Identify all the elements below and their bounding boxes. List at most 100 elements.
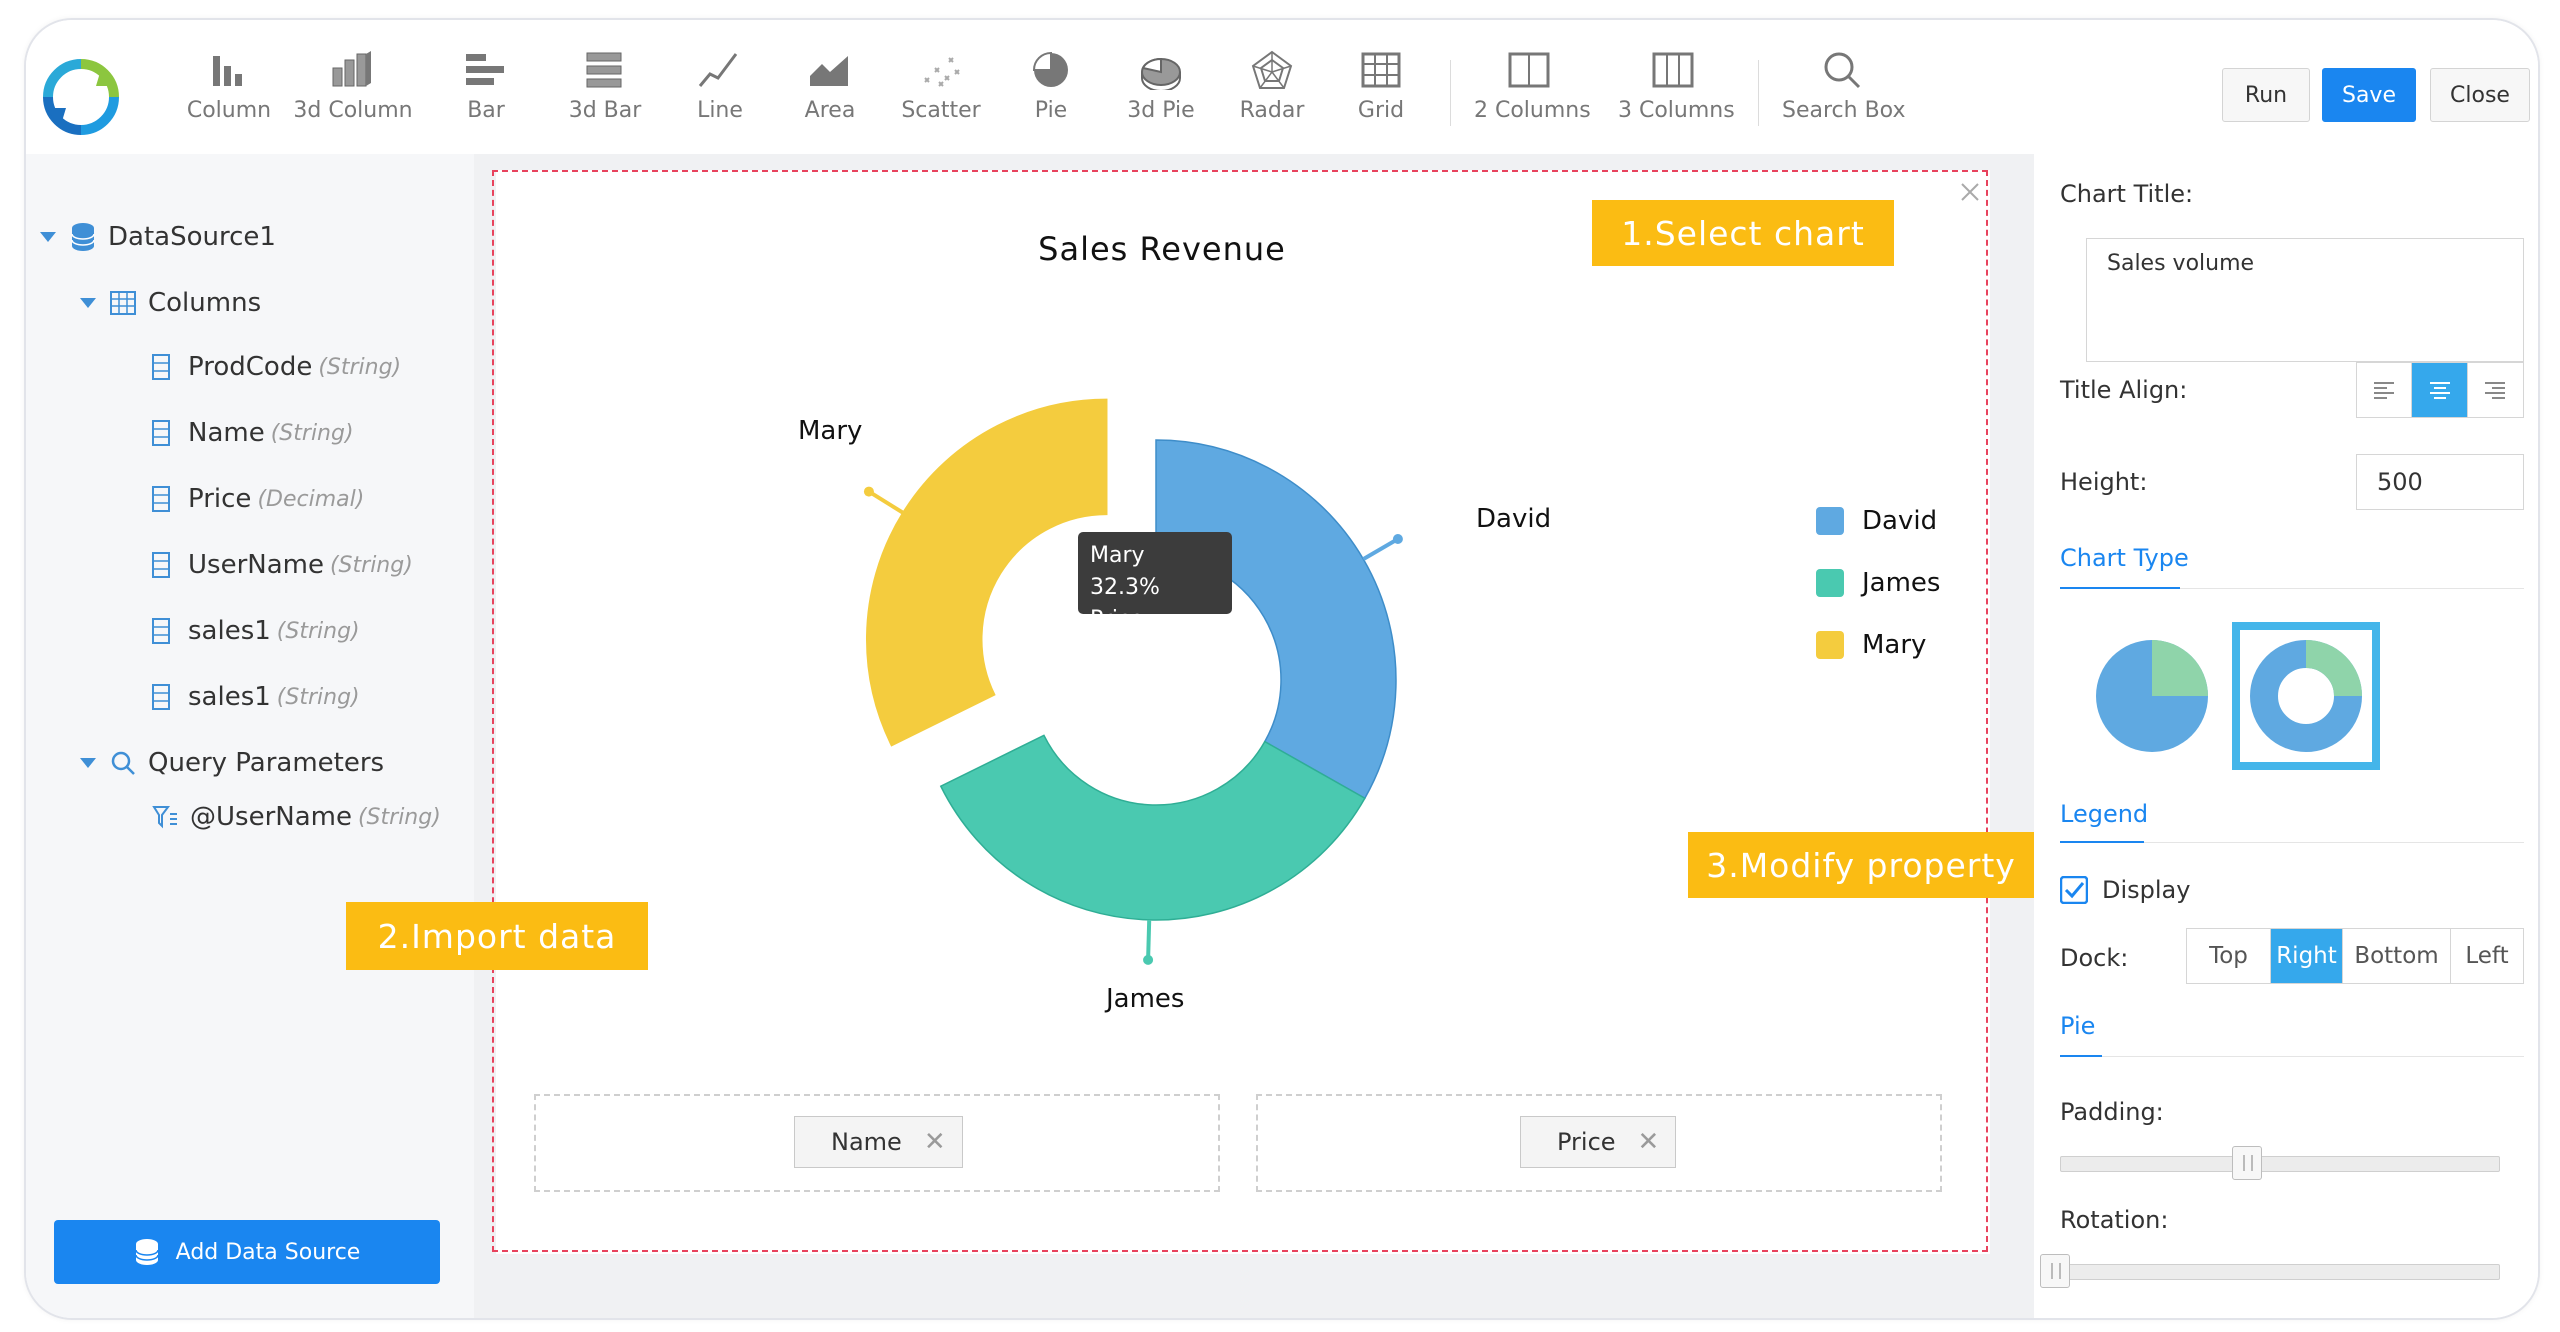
dock-bottom-button[interactable]: Bottom xyxy=(2343,929,2451,983)
dock-top-button[interactable]: Top xyxy=(2187,929,2271,983)
toolbar-grid[interactable]: Grid xyxy=(1346,50,1416,140)
toolbar-radar[interactable]: Radar xyxy=(1232,50,1312,140)
save-button[interactable]: Save xyxy=(2322,68,2416,122)
toolbar-3d-pie[interactable]: 3d Pie xyxy=(1116,50,1206,140)
expand-arrow-icon[interactable] xyxy=(80,758,96,768)
donut-chart[interactable] xyxy=(786,360,1486,980)
toolbar-label: Radar xyxy=(1239,98,1305,123)
search-icon xyxy=(1824,52,1861,89)
height-label: Height: xyxy=(2060,468,2148,496)
chart-tooltip: Mary 32.3% Price: 8,999 xyxy=(1078,532,1232,664)
donut-slice-james[interactable] xyxy=(939,734,1366,921)
legend-item[interactable]: David xyxy=(1816,506,1937,536)
toolbar-column[interactable]: Column xyxy=(174,50,284,140)
legend-display-checkbox[interactable]: Display xyxy=(2060,876,2190,904)
close-button[interactable]: Close xyxy=(2430,68,2530,122)
align-left-button[interactable] xyxy=(2357,363,2413,417)
chart-title-input[interactable]: Sales volume xyxy=(2086,238,2524,362)
chart-title-label: Chart Title: xyxy=(2060,180,2194,208)
toolbar-divider xyxy=(1450,60,1451,126)
chart-type-pie-option[interactable] xyxy=(2092,636,2212,756)
column-chart-icon xyxy=(213,56,242,86)
chart-type-donut-option[interactable] xyxy=(2232,622,2380,770)
leader-line-david xyxy=(1362,537,1399,561)
toolbar-3d-bar[interactable]: 3d Bar xyxy=(560,50,650,140)
run-button[interactable]: Run xyxy=(2222,68,2310,122)
slice-label-james: James xyxy=(1106,984,1185,1014)
field-icon xyxy=(152,486,170,512)
tree-query-parameters[interactable]: Query Parameters xyxy=(80,748,384,778)
rotation-slider-handle[interactable] xyxy=(2040,1254,2070,1288)
tree-column-field[interactable]: ProdCode (String) xyxy=(152,352,401,382)
donut-slice-mary[interactable] xyxy=(866,398,1108,747)
tree-column-field[interactable]: sales1 (String) xyxy=(152,682,360,712)
toolbar-2-columns[interactable]: 2 Columns xyxy=(1474,50,1591,140)
table-icon xyxy=(110,291,136,315)
parameter-name: @UserName xyxy=(190,802,352,832)
toolbar-bar[interactable]: Bar xyxy=(446,50,526,140)
toolbar-scatter[interactable]: Scatter xyxy=(896,50,986,140)
toolbar-3d-column[interactable]: 3d Column xyxy=(288,50,418,140)
toolbar-label: 2 Columns xyxy=(1474,98,1591,123)
legend-label: James xyxy=(1862,568,1941,598)
tree-column-field[interactable]: sales1 (String) xyxy=(152,616,360,646)
tree-column-field[interactable]: UserName (String) xyxy=(152,550,413,580)
toolbar-line[interactable]: Line xyxy=(680,50,760,140)
toolbar: Column 3d Column Bar 3d Bar Line Area Sc… xyxy=(26,20,2538,155)
columns-label: Columns xyxy=(148,288,262,318)
query-parameters-label: Query Parameters xyxy=(148,748,385,778)
padding-slider-handle[interactable] xyxy=(2231,1146,2262,1180)
expand-arrow-icon[interactable] xyxy=(80,298,96,308)
app-window: Column 3d Column Bar 3d Bar Line Area Sc… xyxy=(24,18,2540,1320)
field-type: (String) xyxy=(276,618,360,644)
value-chip[interactable]: Price ✕ xyxy=(1520,1116,1677,1168)
align-center-button[interactable] xyxy=(2412,363,2468,417)
checkbox-checked-icon xyxy=(2060,876,2088,904)
field-name: Price xyxy=(188,484,252,514)
dock-right-button[interactable]: Right xyxy=(2271,929,2343,983)
legend-item[interactable]: James xyxy=(1816,568,1940,598)
remove-icon[interactable]: ✕ xyxy=(924,1127,946,1157)
align-left-icon xyxy=(2374,382,2395,399)
toolbar-label: Pie xyxy=(1034,98,1068,123)
padding-label: Padding: xyxy=(2060,1098,2164,1126)
remove-icon[interactable]: ✕ xyxy=(1638,1127,1660,1157)
category-chip[interactable]: Name ✕ xyxy=(794,1116,963,1168)
tree-column-field[interactable]: Price (Decimal) xyxy=(152,484,364,514)
tree-parameter[interactable]: @UserName (String) xyxy=(152,802,441,832)
legend-label: David xyxy=(1862,506,1938,536)
expand-arrow-icon[interactable] xyxy=(40,232,56,242)
height-input[interactable]: 500 xyxy=(2356,454,2524,510)
field-icon xyxy=(152,618,170,644)
toolbar-3-columns[interactable]: 3 Columns xyxy=(1618,50,1735,140)
rotation-slider[interactable] xyxy=(2060,1264,2500,1280)
toolbar-area[interactable]: Area xyxy=(790,50,870,140)
field-type: (String) xyxy=(270,420,354,446)
legend-item[interactable]: Mary xyxy=(1816,630,1926,660)
toolbar-label: 3d Column xyxy=(293,98,413,123)
tree-columns[interactable]: Columns xyxy=(80,288,261,318)
field-name: sales1 xyxy=(188,616,271,646)
grid-icon xyxy=(1361,52,1401,88)
add-data-source-button[interactable]: Add Data Source xyxy=(54,1220,440,1284)
tooltip-line-2: Price: 8,999 xyxy=(1090,607,1153,664)
align-right-button[interactable] xyxy=(2468,363,2523,417)
toolbar-divider xyxy=(1758,60,1759,126)
toolbar-label: Line xyxy=(697,98,743,123)
datasource-name: DataSource1 xyxy=(108,222,276,252)
dock-left-button[interactable]: Left xyxy=(2451,929,2523,983)
section-underline xyxy=(2060,1055,2102,1057)
title-align-label: Title Align: xyxy=(2060,376,2188,404)
close-widget-icon[interactable] xyxy=(1958,180,1982,204)
field-icon xyxy=(152,420,170,446)
parameter-type: (String) xyxy=(357,804,441,830)
leader-dot-david xyxy=(1392,533,1403,544)
tree-column-field[interactable]: Name (String) xyxy=(152,418,354,448)
three-columns-icon xyxy=(1652,52,1694,88)
callout-import-data: 2.Import data xyxy=(346,902,648,970)
tree-datasource[interactable]: DataSource1 xyxy=(40,222,276,252)
toolbar-search-box[interactable]: Search Box xyxy=(1782,50,1905,140)
padding-slider[interactable] xyxy=(2060,1156,2500,1172)
align-right-icon xyxy=(2485,382,2506,399)
toolbar-pie[interactable]: Pie xyxy=(1016,50,1086,140)
